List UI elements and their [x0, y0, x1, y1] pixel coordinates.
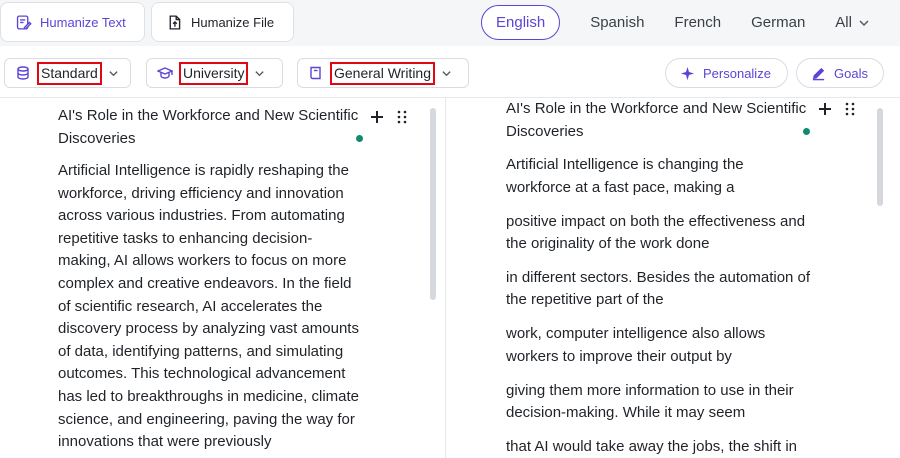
purpose-select-value: General Writing	[330, 61, 436, 85]
edit-document-icon	[16, 14, 32, 30]
mode-tab-bar: Humanize Text Humanize File English Span…	[0, 0, 900, 46]
text-line: Artificial Intelligence is rapidly resha…	[58, 162, 349, 179]
level-select[interactable]: University	[146, 58, 283, 88]
lang-tab-spanish[interactable]: Spanish	[590, 14, 644, 31]
output-heading: AI's Role in the Workforce and New Scien…	[506, 100, 807, 140]
text-line: positive impact on both the effectivenes…	[506, 213, 806, 230]
file-upload-icon	[169, 14, 181, 30]
text-line: work, computer intelligence also allows	[506, 325, 766, 342]
goals-button[interactable]: Goals	[796, 58, 884, 88]
tab-humanize-text[interactable]: Humanize Text	[0, 2, 145, 42]
text-line: discovery process by analyzing vast amou…	[58, 320, 359, 338]
text-line: the originality of the work done	[506, 235, 710, 252]
status-dot	[803, 128, 810, 135]
text-line: the repetitive part of the	[506, 291, 664, 308]
text-line: decision-making. While it may seem	[506, 404, 746, 421]
lang-tab-english[interactable]: English	[481, 5, 561, 40]
input-scrollbar[interactable]	[430, 108, 436, 300]
text-line: that AI would take away the jobs, the sh…	[506, 438, 798, 455]
personalize-button[interactable]: Personalize	[665, 58, 788, 88]
graduation-cap-icon	[157, 67, 173, 79]
text-line: Artificial Intelligence is changing the	[506, 156, 744, 173]
input-body-text: Artificial Intelligence is rapidly resha…	[58, 160, 368, 454]
tab-humanize-file[interactable]: Humanize File	[151, 2, 294, 42]
text-line: has led to breakthroughs in medicine, cl…	[58, 387, 359, 405]
text-line: of scientific research, AI accelerates t…	[58, 297, 323, 315]
status-dot	[356, 135, 363, 142]
options-toolbar: Standard University General Writing Pers…	[0, 46, 900, 98]
plus-icon[interactable]	[370, 110, 384, 124]
text-line: outcomes. This technological advancement	[58, 365, 346, 383]
text-line: science, and engineering, paving the way…	[58, 410, 355, 428]
lang-tab-all[interactable]: All	[835, 14, 870, 31]
chevron-down-icon	[109, 70, 118, 76]
lang-tab-all-label: All	[835, 14, 852, 31]
output-editor[interactable]: AI's Role in the Workforce and New Scien…	[446, 98, 900, 458]
lang-tab-french[interactable]: French	[674, 14, 721, 31]
personalize-button-label: Personalize	[703, 65, 771, 81]
chevron-down-icon	[442, 70, 451, 76]
input-editor[interactable]: AI's Role in the Workforce and New Scien…	[0, 98, 446, 458]
text-line: workers to improve their output by	[506, 348, 732, 365]
input-heading: AI's Role in the Workforce and New Scien…	[58, 107, 359, 147]
drag-handle-icon[interactable]	[844, 102, 856, 116]
sparkle-icon	[680, 66, 695, 80]
tab-humanize-text-label: Humanize Text	[40, 14, 126, 30]
level-select-value: University	[179, 61, 249, 85]
tab-humanize-file-label: Humanize File	[191, 14, 275, 30]
goals-button-label: Goals	[834, 65, 868, 81]
text-line: in different sectors. Besides the automa…	[506, 269, 811, 286]
chevron-down-icon	[255, 70, 265, 76]
text-line: complex and creative endeavors. In the f…	[58, 274, 352, 292]
lang-tab-german[interactable]: German	[751, 14, 805, 31]
text-line: across various industries. From automati…	[58, 207, 345, 225]
pencil-icon	[812, 67, 825, 80]
language-tabs: English Spanish French German All	[481, 4, 870, 41]
purpose-select[interactable]: General Writing	[297, 58, 469, 88]
output-scrollbar[interactable]	[877, 108, 883, 206]
text-line: innovations that were previously	[58, 433, 272, 451]
database-icon	[17, 66, 29, 80]
text-line: of data, identifying patterns, and simul…	[58, 342, 344, 360]
text-line: repetitive tasks to enhancing decision-	[58, 229, 313, 247]
chevron-down-icon	[859, 19, 869, 26]
plus-icon[interactable]	[818, 102, 832, 116]
text-line: giving them more information to use in t…	[506, 382, 794, 399]
drag-handle-icon[interactable]	[396, 110, 408, 124]
text-line: workforce at a fast pace, making a	[506, 179, 735, 196]
book-icon	[310, 66, 321, 80]
text-line: making, AI allows workers to focus on mo…	[58, 252, 347, 270]
tone-select-value: Standard	[37, 61, 102, 85]
text-line: workforce, driving efficiency and innova…	[58, 184, 344, 202]
tone-select[interactable]: Standard	[4, 58, 131, 88]
